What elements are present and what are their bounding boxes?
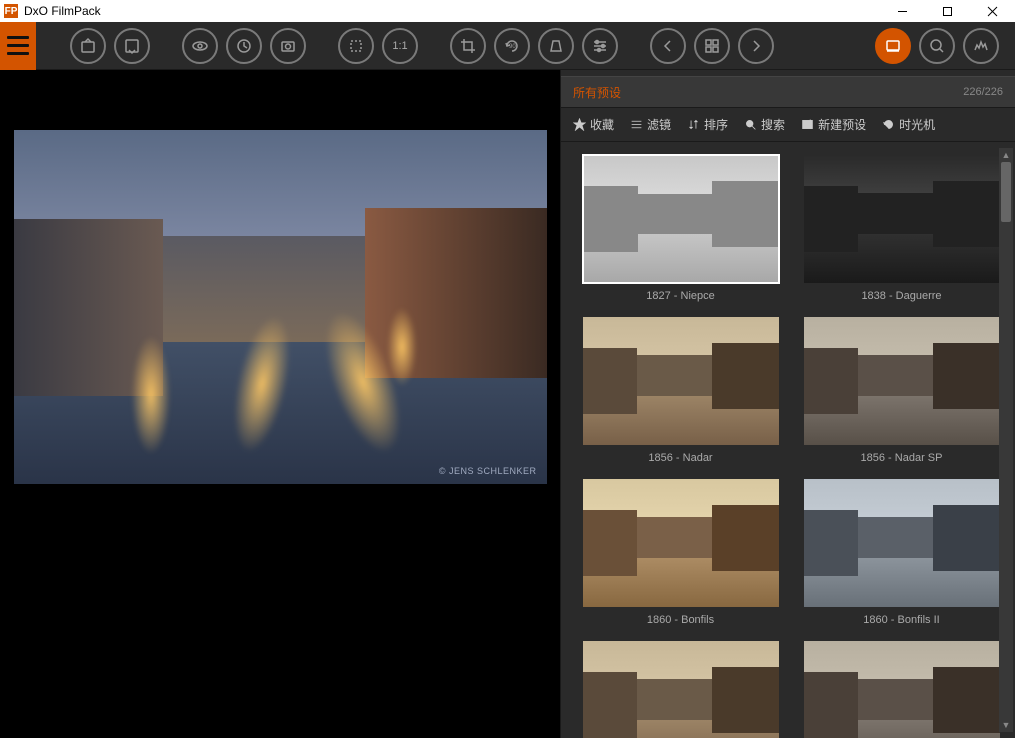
tab-favorites[interactable]: 收藏 — [573, 116, 614, 133]
preset-item[interactable]: 1860 - Bonfils II — [798, 478, 1005, 626]
preset-thumbnail[interactable] — [803, 478, 1001, 608]
tab-label: 时光机 — [899, 116, 935, 133]
window-controls — [880, 0, 1015, 22]
titlebar: FP DxO FilmPack — [0, 0, 1015, 22]
app-icon: FP — [4, 4, 18, 18]
preset-item[interactable] — [798, 640, 1005, 738]
open-button[interactable] — [70, 28, 106, 64]
preset-item[interactable]: 1838 - Daguerre — [798, 154, 1005, 302]
preset-thumbnail[interactable] — [803, 154, 1001, 284]
zoom-label: 1:1 — [392, 40, 407, 52]
panel-title: 所有预设 — [573, 84, 621, 101]
scrollbar[interactable]: ▲ ▼ — [999, 148, 1013, 732]
main-image: © JENS SCHLENKER — [14, 130, 547, 484]
presets-panel: 所有预设 226/226 收藏 滤镜 排序 搜索 新建预设 时光机 1827 -… — [560, 70, 1015, 738]
preset-thumbnail[interactable] — [803, 640, 1001, 738]
zoom-1-1-button[interactable]: 1:1 — [382, 28, 418, 64]
preset-item[interactable]: 1856 - Nadar — [577, 316, 784, 464]
app-title: DxO FilmPack — [24, 4, 101, 18]
grid-view-button[interactable] — [694, 28, 730, 64]
scroll-handle[interactable] — [1001, 162, 1011, 222]
tab-label: 收藏 — [590, 116, 614, 133]
perspective-button[interactable] — [538, 28, 574, 64]
loupe-button[interactable] — [919, 28, 955, 64]
panel-tabs: 收藏 滤镜 排序 搜索 新建预设 时光机 — [561, 108, 1015, 142]
next-button[interactable] — [738, 28, 774, 64]
preset-list: 1827 - Niepce 1838 - Daguerre 1856 - Nadar… — [561, 142, 1015, 738]
preset-thumbnail[interactable] — [582, 154, 780, 284]
preset-label: 1838 - Daguerre — [861, 290, 941, 302]
svg-text:90: 90 — [509, 44, 516, 50]
preset-label: 1827 - Niepce — [646, 290, 715, 302]
sliders-button[interactable] — [582, 28, 618, 64]
preset-thumbnail[interactable] — [803, 316, 1001, 446]
prev-button[interactable] — [650, 28, 686, 64]
fit-button[interactable] — [338, 28, 374, 64]
preset-label: 1856 - Nadar SP — [861, 452, 943, 464]
tab-label: 排序 — [704, 116, 728, 133]
scroll-up-icon[interactable]: ▲ — [999, 148, 1013, 162]
toolbar: 1:1 90 — [0, 22, 1015, 70]
tab-filter[interactable]: 滤镜 — [630, 116, 671, 133]
menu-button[interactable] — [0, 22, 36, 70]
minimize-button[interactable] — [880, 0, 925, 22]
preset-item[interactable]: 1860 - Bonfils — [577, 478, 784, 626]
preset-label: 1860 - Bonfils II — [863, 614, 939, 626]
preset-item[interactable] — [577, 640, 784, 738]
image-viewer[interactable]: © JENS SCHLENKER — [0, 70, 560, 738]
rotate-button[interactable]: 90 — [494, 28, 530, 64]
panel-header: 所有预设 226/226 — [561, 76, 1015, 108]
preset-label: 1856 - Nadar — [648, 452, 712, 464]
preset-thumbnail[interactable] — [582, 478, 780, 608]
presets-panel-button[interactable] — [875, 28, 911, 64]
preset-thumbnail[interactable] — [582, 316, 780, 446]
crop-button[interactable] — [450, 28, 486, 64]
maximize-button[interactable] — [925, 0, 970, 22]
preset-label: 1860 - Bonfils — [647, 614, 714, 626]
preset-item[interactable]: 1827 - Niepce — [577, 154, 784, 302]
tab-label: 滤镜 — [647, 116, 671, 133]
close-button[interactable] — [970, 0, 1015, 22]
save-button[interactable] — [114, 28, 150, 64]
tab-sort[interactable]: 排序 — [687, 116, 728, 133]
snapshot-button[interactable] — [270, 28, 306, 64]
tab-new-preset[interactable]: 新建预设 — [801, 116, 866, 133]
panel-count: 226/226 — [963, 86, 1003, 98]
main: © JENS SCHLENKER 所有预设 226/226 收藏 滤镜 排序 搜… — [0, 70, 1015, 738]
tab-label: 新建预设 — [818, 116, 866, 133]
tab-time-machine[interactable]: 时光机 — [882, 116, 935, 133]
preview-button[interactable] — [182, 28, 218, 64]
history-button[interactable] — [226, 28, 262, 64]
tab-label: 搜索 — [761, 116, 785, 133]
scroll-down-icon[interactable]: ▼ — [999, 718, 1013, 732]
histogram-button[interactable] — [963, 28, 999, 64]
image-credit: © JENS SCHLENKER — [439, 466, 537, 476]
preset-item[interactable]: 1856 - Nadar SP — [798, 316, 1005, 464]
preset-thumbnail[interactable] — [582, 640, 780, 738]
tab-search[interactable]: 搜索 — [744, 116, 785, 133]
